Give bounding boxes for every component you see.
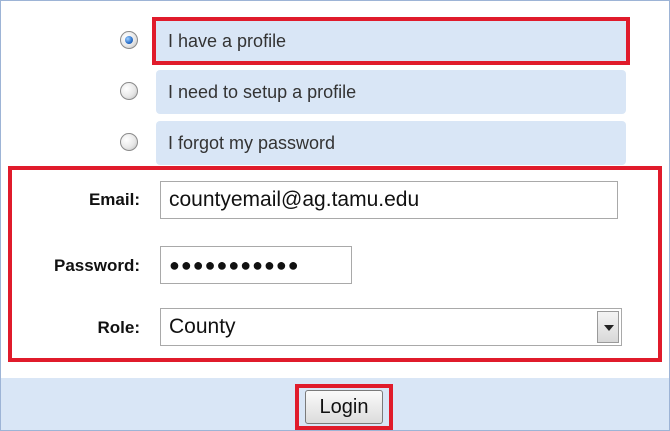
login-button[interactable]: Login xyxy=(305,390,383,424)
radio-forgot-password[interactable] xyxy=(120,133,138,151)
email-field[interactable]: countyemail@ag.tamu.edu xyxy=(160,181,618,219)
option-row-forgot-password: I forgot my password xyxy=(0,121,670,167)
role-select[interactable]: County xyxy=(160,308,622,346)
radio-setup-profile[interactable] xyxy=(120,82,138,100)
option-forgot-password[interactable]: I forgot my password xyxy=(156,121,626,165)
role-value: County xyxy=(169,315,236,338)
email-label: Email: xyxy=(88,190,140,209)
password-label: Password: xyxy=(54,256,140,275)
radio-have-profile[interactable] xyxy=(120,31,138,49)
chevron-down-icon[interactable] xyxy=(597,311,619,343)
option-setup-profile[interactable]: I need to setup a profile xyxy=(156,70,626,114)
option-highlight xyxy=(152,17,630,65)
password-field[interactable]: ●●●●●●●●●●● xyxy=(160,246,352,284)
option-row-setup-profile: I need to setup a profile xyxy=(0,70,670,116)
role-label: Role: xyxy=(97,318,141,337)
